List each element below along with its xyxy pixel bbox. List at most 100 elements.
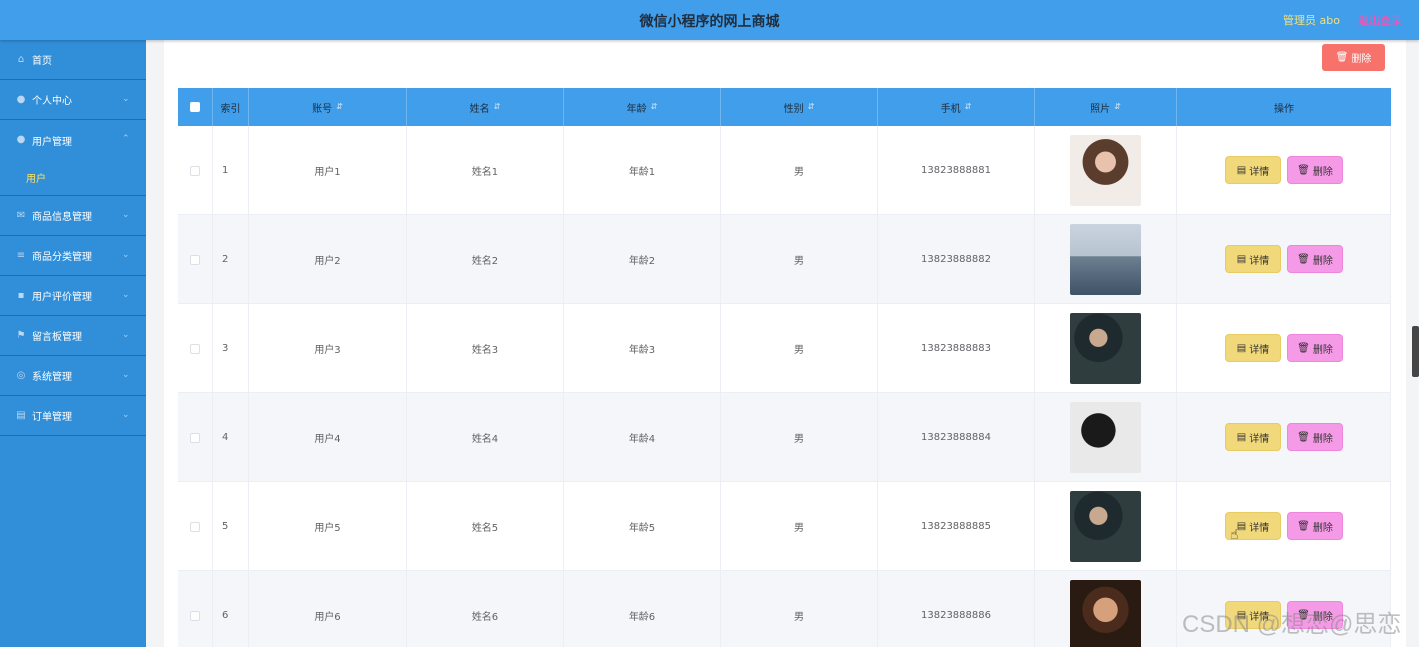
column-header-age[interactable]: 年龄 ⇵	[564, 88, 721, 126]
cell-actions: ▤ 详情 🗑 删除	[1177, 393, 1391, 482]
sidebar-item-product-info[interactable]: ✉ 商品信息管理 ⌄	[0, 196, 146, 236]
column-header-phone[interactable]: 手机 ⇵	[878, 88, 1035, 126]
sidebar: ⌂ 首页 ● 个人中心 ⌄ ● 用户管理 ⌃ 用户 ✉ 商品信息管理 ⌄ ≡ 商…	[0, 40, 146, 647]
flag-icon: ⚑	[16, 329, 26, 341]
mail-icon: ✉	[16, 209, 26, 221]
cell-name: 姓名3	[407, 304, 564, 393]
table-row: 3 用户3 姓名3 年龄3 男 13823888883 ▤ 详情 🗑 删除	[178, 304, 1391, 393]
hand-cursor-icon: ☝	[1230, 527, 1239, 543]
cell-age: 年龄5	[564, 482, 721, 571]
cell-account: 用户5	[249, 482, 407, 571]
row-checkbox[interactable]	[190, 521, 200, 532]
column-header-actions: 操作	[1177, 88, 1391, 126]
delete-button[interactable]: 🗑 删除	[1287, 245, 1343, 273]
trash-icon: 🗑	[1335, 52, 1349, 63]
user-photo[interactable]	[1070, 491, 1141, 562]
scrollbar-thumb[interactable]	[1412, 326, 1419, 377]
user-photo[interactable]	[1070, 224, 1141, 295]
cell-name: 姓名1	[407, 126, 564, 215]
trash-icon: 🗑	[1297, 253, 1310, 265]
document-icon: ▤	[1236, 253, 1247, 265]
cell-account: 用户3	[249, 304, 407, 393]
detail-button[interactable]: ▤ 详情	[1225, 423, 1281, 451]
cell-phone: 13823888884	[878, 393, 1035, 482]
document-icon: ▤	[1236, 431, 1247, 443]
clipboard-icon: ▤	[16, 409, 26, 421]
column-header-account[interactable]: 账号 ⇵	[249, 88, 407, 126]
sidebar-item-orders[interactable]: ▤ 订单管理 ⌄	[0, 396, 146, 436]
cell-account: 用户1	[249, 126, 407, 215]
cell-name: 姓名2	[407, 215, 564, 304]
column-header-photo[interactable]: 照片 ⇵	[1035, 88, 1177, 126]
delete-button[interactable]: 🗑 删除	[1287, 423, 1343, 451]
sidebar-item-label: 用户评价管理	[32, 292, 92, 303]
user-photo[interactable]	[1070, 402, 1141, 473]
user-icon: ●	[16, 134, 26, 145]
delete-button[interactable]: 🗑 删除	[1287, 512, 1343, 540]
sidebar-item-system[interactable]: ◎ 系统管理 ⌄	[0, 356, 146, 396]
sidebar-item-label: 个人中心	[32, 96, 72, 107]
row-checkbox[interactable]	[190, 432, 200, 443]
comment-icon: ▪	[17, 289, 25, 301]
cell-gender: 男	[721, 126, 878, 215]
delete-button[interactable]: 🗑 删除	[1287, 156, 1343, 184]
cell-phone: 13823888882	[878, 215, 1035, 304]
chevron-down-icon: ⌄	[122, 370, 130, 380]
row-select-cell	[178, 126, 213, 215]
sort-icon: ⇵	[650, 102, 658, 111]
user-photo[interactable]	[1070, 135, 1141, 206]
sidebar-item-review[interactable]: ▪ 用户评价管理 ⌄	[0, 276, 146, 316]
cell-photo	[1035, 126, 1177, 215]
cell-phone: 13823888883	[878, 304, 1035, 393]
cell-name: 姓名6	[407, 571, 564, 647]
select-all-checkbox[interactable]	[190, 102, 200, 112]
sidebar-item-home[interactable]: ⌂ 首页	[0, 40, 146, 80]
sidebar-item-message-board[interactable]: ⚑ 留言板管理 ⌄	[0, 316, 146, 356]
user-photo[interactable]	[1070, 580, 1141, 647]
row-checkbox[interactable]	[190, 610, 200, 621]
cell-account: 用户4	[249, 393, 407, 482]
column-header-gender[interactable]: 性别 ⇵	[721, 88, 878, 126]
sidebar-item-product-category[interactable]: ≡ 商品分类管理 ⌄	[0, 236, 146, 276]
cell-gender: 男	[721, 571, 878, 647]
column-header-name[interactable]: 姓名 ⇵	[407, 88, 564, 126]
user-photo[interactable]	[1070, 313, 1141, 384]
delete-button[interactable]: 🗑 删除	[1287, 334, 1343, 362]
sidebar-item-label: 订单管理	[32, 412, 72, 423]
sidebar-item-label: 系统管理	[32, 372, 72, 383]
sidebar-item-label: 留言板管理	[32, 332, 82, 343]
sidebar-item-profile[interactable]: ● 个人中心 ⌄	[0, 80, 146, 120]
sort-icon: ⇵	[1114, 102, 1121, 111]
row-checkbox[interactable]	[190, 165, 200, 176]
cell-photo	[1035, 304, 1177, 393]
sidebar-item-label: 商品信息管理	[32, 212, 92, 223]
cell-name: 姓名5	[407, 482, 564, 571]
row-select-cell	[178, 393, 213, 482]
row-checkbox[interactable]	[190, 343, 200, 354]
cell-index: 6	[213, 571, 249, 647]
cell-photo	[1035, 393, 1177, 482]
detail-button[interactable]: ▤ 详情	[1225, 245, 1281, 273]
globe-icon: ◎	[16, 369, 26, 381]
row-checkbox[interactable]	[190, 254, 200, 265]
cell-actions: ▤ 详情 🗑 删除	[1177, 304, 1391, 393]
trash-icon: 🗑	[1297, 431, 1310, 443]
logout-link[interactable]: 退出登录	[1358, 12, 1402, 28]
cell-index: 1	[213, 126, 249, 215]
batch-delete-button[interactable]: 🗑 删除	[1322, 44, 1385, 71]
watermark: CSDN @想恋@思恋	[1182, 611, 1402, 638]
cell-actions: ▤ 详情 🗑 删除	[1177, 215, 1391, 304]
sort-icon: ⇵	[807, 102, 815, 111]
detail-button[interactable]: ▤ 详情	[1225, 334, 1281, 362]
user-icon: ●	[16, 93, 26, 105]
list-icon: ≡	[16, 249, 26, 261]
top-bar: 微信小程序的网上商城 管理员 abo 退出登录	[0, 0, 1419, 40]
trash-icon: 🗑	[1297, 520, 1310, 532]
sidebar-item-user-management[interactable]: ● 用户管理 ⌃	[0, 120, 146, 160]
cell-age: 年龄1	[564, 126, 721, 215]
table-row: 4 用户4 姓名4 年龄4 男 13823888884 ▤ 详情 🗑 删除	[178, 393, 1391, 482]
chevron-down-icon: ⌄	[122, 330, 130, 340]
table-row: 5 用户5 姓名5 年龄5 男 13823888885 ▤ 详情 🗑 删除	[178, 482, 1391, 571]
sidebar-subitem-user[interactable]: 用户	[0, 160, 146, 196]
detail-button[interactable]: ▤ 详情	[1225, 156, 1281, 184]
